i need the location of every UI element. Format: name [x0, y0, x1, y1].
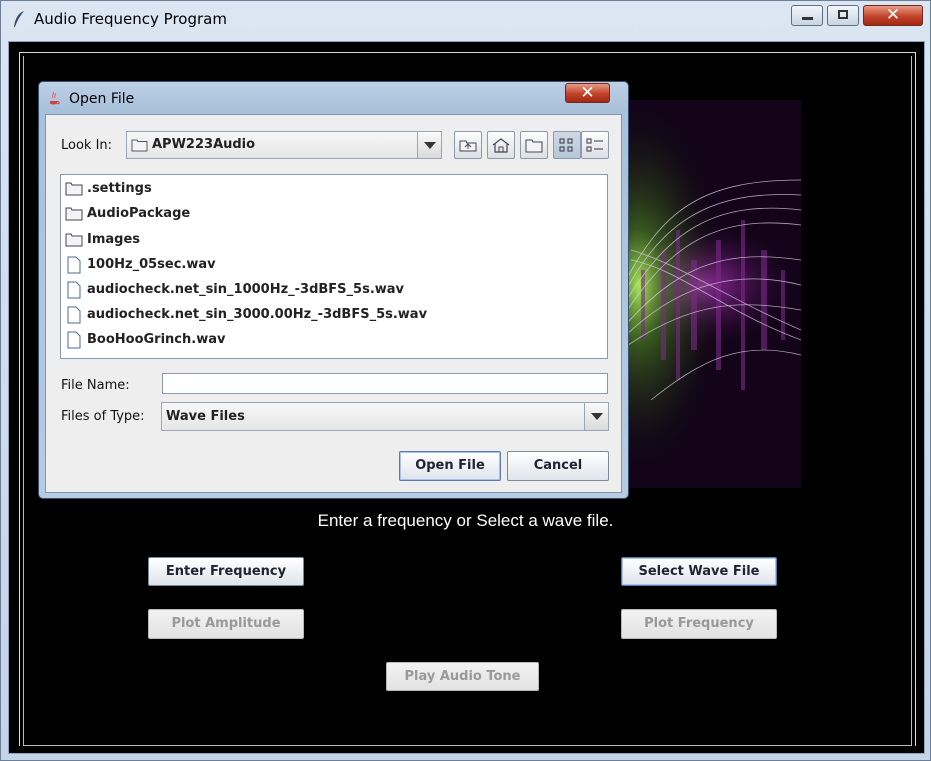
file-icon [67, 306, 81, 324]
files-of-type-combo[interactable]: Wave Files [161, 402, 609, 431]
folder-icon [131, 139, 148, 152]
dialog-body: Look In: APW223Audio .settings AudioPack… [45, 114, 622, 493]
details-view-button[interactable] [581, 131, 609, 159]
maximize-button[interactable] [827, 5, 859, 26]
chevron-down-icon[interactable] [584, 403, 608, 430]
minimize-button[interactable] [791, 5, 823, 26]
open-file-dialog: Open File ✕ Look In: APW223Audio .settin… [38, 81, 629, 499]
audio-wave-artwork [621, 100, 801, 488]
files-of-type-value: Wave Files [166, 409, 245, 424]
folder-icon [65, 233, 83, 247]
folder-icon [65, 207, 83, 221]
look-in-value: APW223Audio [152, 137, 256, 152]
play-audio-tone-button[interactable]: Play Audio Tone [386, 662, 539, 691]
close-icon: ✕ [580, 83, 595, 103]
look-in-combo[interactable]: APW223Audio [126, 131, 442, 159]
home-button[interactable] [487, 131, 515, 159]
close-icon: ✕ [885, 5, 901, 25]
new-folder-button[interactable] [520, 131, 548, 159]
file-name-label: File Name: [61, 378, 130, 393]
minimize-icon [802, 17, 813, 20]
file-name-field[interactable] [162, 373, 608, 394]
dialog-close-button[interactable]: ✕ [565, 83, 610, 103]
file-icon [67, 256, 81, 274]
open-file-button[interactable]: Open File [399, 451, 501, 481]
details-view-icon [586, 138, 603, 152]
files-of-type-label: Files of Type: [61, 409, 145, 424]
plot-amplitude-button[interactable]: Plot Amplitude [148, 609, 304, 639]
instruction-text: Enter a frequency or Select a wave file. [317, 511, 614, 530]
close-button[interactable]: ✕ [863, 5, 923, 26]
look-in-label: Look In: [61, 138, 113, 153]
folder-up-icon [459, 140, 477, 152]
home-icon [492, 138, 510, 153]
up-one-level-button[interactable] [454, 131, 482, 159]
feather-icon [14, 11, 24, 27]
file-icon [67, 281, 81, 299]
list-view-icon [559, 138, 573, 152]
java-icon [50, 91, 60, 105]
select-wave-file-button[interactable]: Select Wave File [621, 557, 777, 586]
cancel-button[interactable]: Cancel [507, 451, 609, 481]
enter-frequency-button[interactable]: Enter Frequency [148, 557, 304, 586]
chevron-down-icon[interactable] [417, 132, 441, 158]
list-view-button[interactable] [553, 131, 581, 159]
file-icon [67, 331, 81, 349]
maximize-icon [838, 10, 848, 19]
folder-icon [65, 182, 83, 196]
new-folder-icon [525, 139, 543, 153]
plot-frequency-button[interactable]: Plot Frequency [621, 609, 777, 639]
window-title: Audio Frequency Program [34, 10, 227, 28]
file-list[interactable]: .settings AudioPackage Images 100Hz_05se… [60, 174, 608, 359]
dialog-title: Open File [69, 91, 135, 107]
